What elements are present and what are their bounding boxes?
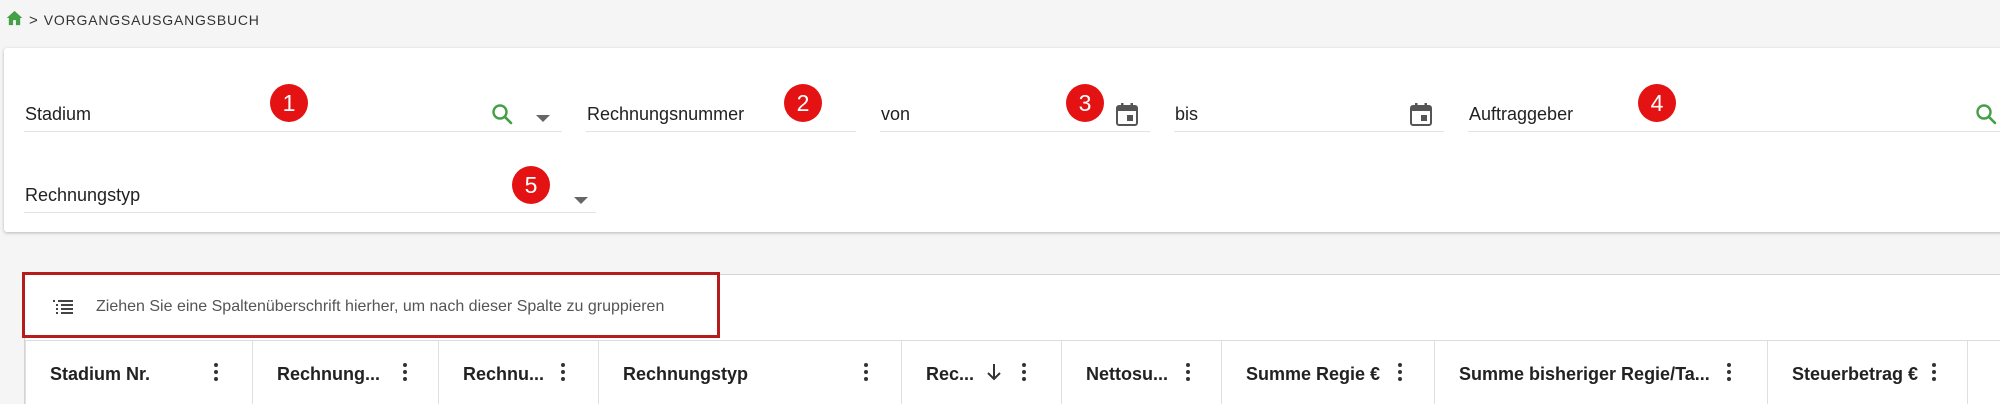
column-header-nettosumme[interactable]: Nettosu...: [1061, 341, 1221, 404]
column-header-rechnungstyp[interactable]: Rechnungstyp: [598, 341, 901, 404]
group-list-icon: [53, 299, 73, 320]
dropdown-arrow-icon[interactable]: [574, 192, 588, 210]
column-menu-icon[interactable]: [1727, 363, 1731, 384]
dropdown-arrow-icon[interactable]: [536, 110, 550, 128]
column-menu-icon[interactable]: [1398, 363, 1402, 384]
column-label: Summe bisheriger Regie/Ta...: [1459, 364, 1710, 384]
annotation-badge-4: 4: [1638, 84, 1676, 122]
sort-descending-icon[interactable]: [986, 362, 1002, 387]
column-header-rechnung[interactable]: Rechnung...: [252, 341, 438, 404]
breadcrumb-separator: >: [29, 11, 38, 29]
bis-date-field[interactable]: bis: [1174, 94, 1444, 132]
rechnungstyp-field[interactable]: Rechnungstyp: [24, 175, 596, 213]
calendar-icon[interactable]: [1116, 102, 1138, 131]
breadcrumb: > VORGANGSAUSGANGSBUCH: [6, 10, 260, 30]
von-label: von: [881, 104, 911, 124]
annotation-badge-1: 1: [270, 84, 308, 122]
column-label: Stadium Nr.: [50, 364, 151, 384]
column-header-summe-regie[interactable]: Summe Regie €: [1221, 341, 1434, 404]
column-label: Rec...: [926, 364, 975, 384]
annotation-badge-3: 3: [1066, 84, 1104, 122]
rechnungstyp-label: Rechnungstyp: [25, 185, 141, 205]
search-icon[interactable]: [1974, 102, 1998, 131]
group-panel[interactable]: Ziehen Sie eine Spaltenüberschrift hierh…: [22, 272, 720, 338]
column-menu-icon[interactable]: [1932, 363, 1936, 384]
rechnungsnummer-label: Rechnungsnummer: [587, 104, 745, 124]
column-label: Rechnu...: [463, 364, 545, 384]
stadium-label: Stadium: [25, 104, 92, 124]
grid-header-row: Stadium Nr. Rechnung... Rechnu... Rechnu…: [25, 340, 2000, 404]
filter-panel: Stadium 1 Rechnungsnummer 2 von 3 bis Au…: [4, 48, 2000, 232]
column-menu-icon[interactable]: [214, 363, 218, 384]
column-header-next[interactable]: [1967, 341, 2000, 404]
column-header-summe-bisheriger-regie[interactable]: Summe bisheriger Regie/Ta...: [1434, 341, 1767, 404]
column-header-rechnungsdatum[interactable]: Rec...: [901, 341, 1061, 404]
search-icon[interactable]: [490, 102, 514, 131]
calendar-icon[interactable]: [1410, 102, 1432, 131]
bis-label: bis: [1175, 104, 1199, 124]
home-icon[interactable]: [6, 10, 23, 31]
column-label: Rechnungstyp: [623, 364, 749, 384]
column-header-stadium-nr[interactable]: Stadium Nr.: [25, 341, 252, 404]
column-menu-icon[interactable]: [1186, 363, 1190, 384]
column-menu-icon[interactable]: [1022, 363, 1026, 384]
column-label: Rechnung...: [277, 364, 380, 384]
breadcrumb-current: VORGANGSAUSGANGSBUCH: [43, 12, 260, 28]
column-menu-icon[interactable]: [864, 363, 868, 384]
column-menu-icon[interactable]: [561, 363, 565, 384]
column-header-rechnungsnr[interactable]: Rechnu...: [438, 341, 598, 404]
auftraggeber-field[interactable]: Auftraggeber: [1468, 94, 2000, 132]
column-label: Steuerbetrag €: [1792, 364, 1919, 384]
column-label: Summe Regie €: [1246, 364, 1381, 384]
von-date-field[interactable]: von: [880, 94, 1150, 132]
column-header-steuerbetrag[interactable]: Steuerbetrag €: [1767, 341, 1967, 404]
auftraggeber-label: Auftraggeber: [1469, 104, 1574, 124]
group-panel-hint: Ziehen Sie eine Spaltenüberschrift hierh…: [96, 298, 665, 315]
column-menu-icon[interactable]: [403, 363, 407, 384]
annotation-badge-5: 5: [512, 166, 550, 204]
column-label: Nettosu...: [1086, 364, 1169, 384]
annotation-badge-2: 2: [784, 84, 822, 122]
